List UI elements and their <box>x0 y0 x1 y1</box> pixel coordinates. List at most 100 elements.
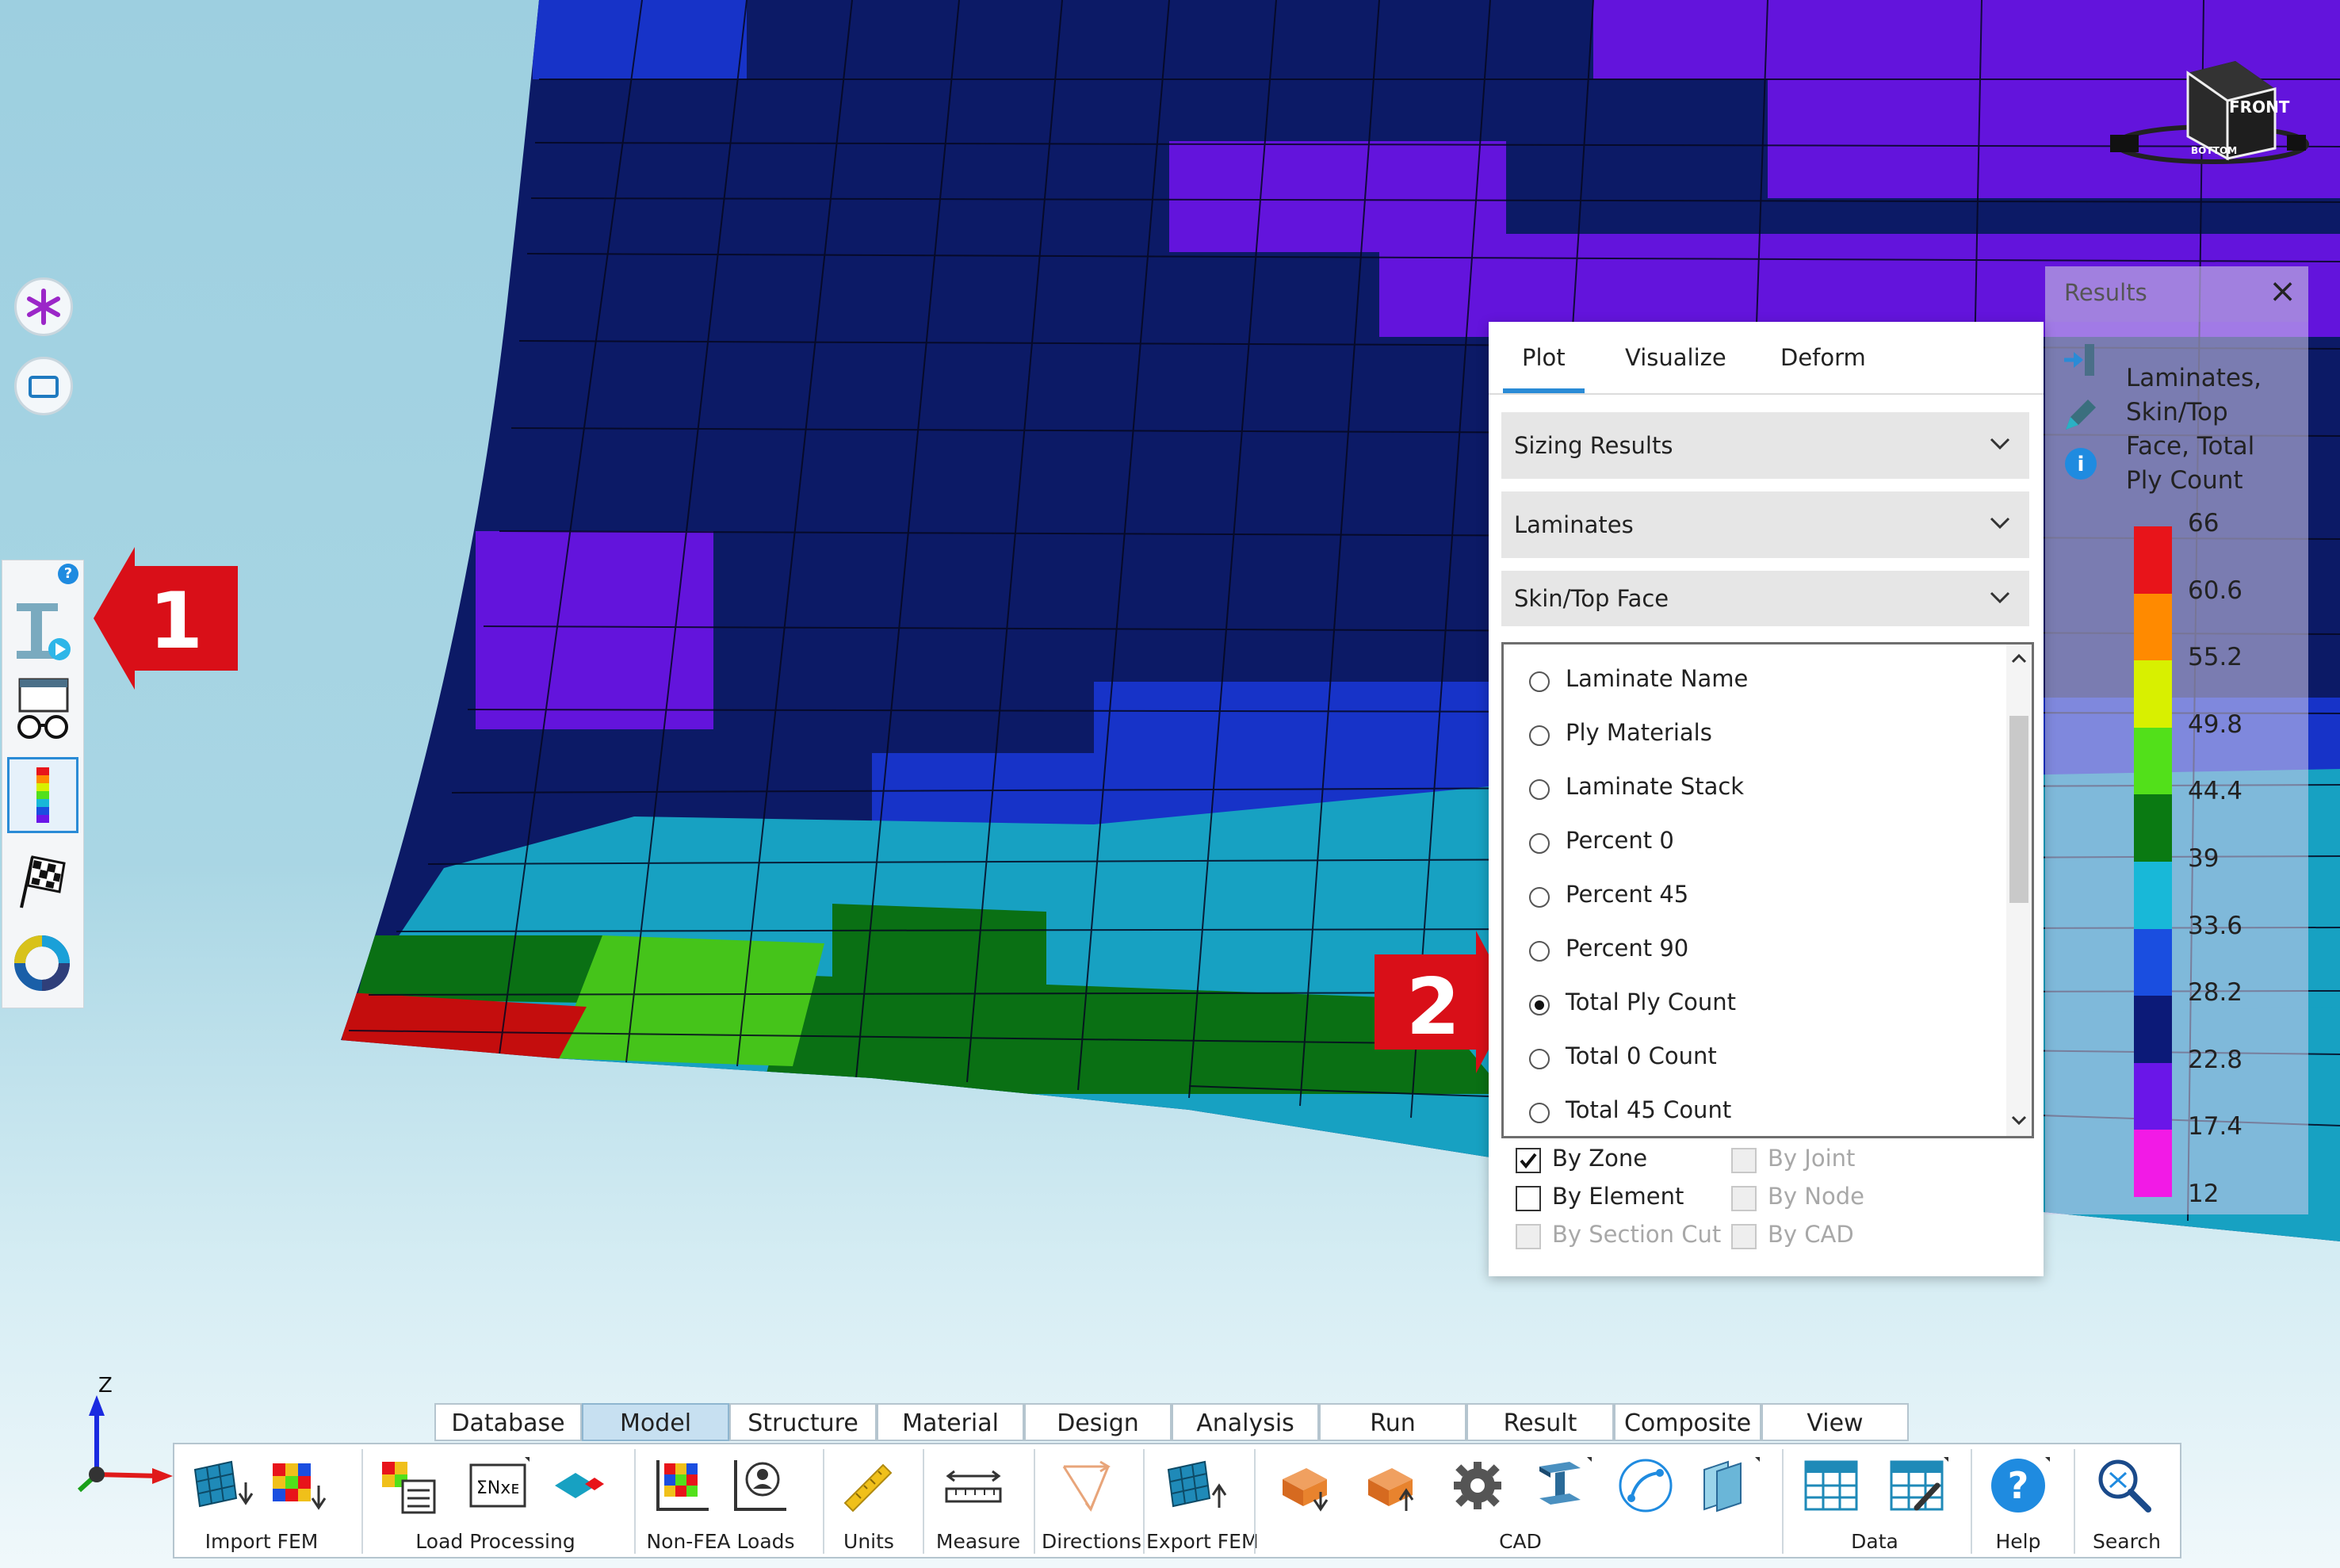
tab-visualize[interactable]: Visualize <box>1625 322 1726 393</box>
window-toggle-button[interactable] <box>14 357 73 415</box>
group-label-measure: Measure <box>935 1530 1021 1553</box>
legend-title-bar[interactable]: Results × <box>2045 266 2308 322</box>
legend-close-icon[interactable]: × <box>2269 271 2296 310</box>
legend-tick-label: 49.8 <box>2188 709 2243 739</box>
svg-text:i: i <box>2078 453 2085 476</box>
scroll-down-icon[interactable] <box>2008 1109 2030 1131</box>
ribbon-tab-analysis[interactable]: Analysis <box>1172 1403 1319 1441</box>
ribbon-tab-structure[interactable]: Structure <box>729 1403 877 1441</box>
legend-tick-label: 17.4 <box>2188 1112 2243 1142</box>
asterisk-icon <box>27 289 60 325</box>
non-fea-loads-grid-icon[interactable] <box>652 1454 715 1517</box>
legend-tick-label: 66 <box>2188 509 2220 537</box>
plot-property-panel: Plot Visualize Deform Sizing Results Lam… <box>1489 322 2044 1276</box>
ribbon-tab-model[interactable]: Model <box>582 1403 729 1441</box>
checkered-flag-button[interactable] <box>7 843 78 919</box>
ribbon-tab-material[interactable]: Material <box>877 1403 1024 1441</box>
properties-button[interactable] <box>7 589 78 665</box>
cad-import-icon[interactable] <box>1275 1454 1338 1517</box>
sizing-results-dropdown[interactable]: Sizing Results <box>1501 412 2029 479</box>
visualize-glasses-icon <box>17 678 69 739</box>
donut-chart-button[interactable] <box>7 924 78 1000</box>
legend-tick-label: 28.2 <box>2188 978 2243 1008</box>
axis-triad: Z <box>77 1374 173 1493</box>
ribbon-tab-run[interactable]: Run <box>1319 1403 1466 1441</box>
legend-title: Results <box>2064 279 2147 306</box>
list-scrollbar[interactable] <box>2006 644 2032 1136</box>
load-zones-list-icon[interactable] <box>379 1454 442 1517</box>
skin-top-face-dropdown[interactable]: Skin/Top Face <box>1501 571 2029 626</box>
legend-color-segment <box>2134 996 2172 1063</box>
export-fem-icon[interactable] <box>1165 1454 1229 1517</box>
callout-arrow-1: 1 <box>94 547 238 690</box>
import-fem-icon[interactable] <box>192 1454 255 1517</box>
rectangle-icon <box>29 376 59 398</box>
callout-1-label: 1 <box>149 576 203 667</box>
import-zones-icon[interactable] <box>268 1454 331 1517</box>
user-loads-icon[interactable] <box>729 1454 793 1517</box>
legend-color-segment <box>2134 1130 2172 1197</box>
load-diamond-icon[interactable] <box>547 1454 610 1517</box>
laminates-dropdown[interactable]: Laminates <box>1501 491 2029 558</box>
visualize-button[interactable] <box>7 671 78 748</box>
legend-color-bar <box>2134 526 2172 1197</box>
sum-nx-icon[interactable]: ΣNxᴇ <box>466 1454 530 1517</box>
legend-tick-labels: 66 60.6 55.2 49.8 44.4 39 33.6 28.2 22.8 17.4 12 <box>2188 504 2283 1218</box>
ribbon-tab-view[interactable]: View <box>1761 1403 1909 1441</box>
info-icon[interactable]: i <box>2064 447 2097 480</box>
data-table-icon[interactable] <box>1799 1454 1863 1517</box>
group-label-cad: CAD <box>1499 1530 1542 1553</box>
data-table-wrench-icon[interactable] <box>1885 1454 1948 1517</box>
group-label-directions: Directions <box>1042 1530 1141 1553</box>
group-label-import-fem: Import FEM <box>205 1530 319 1553</box>
ribbon-tab-design[interactable]: Design <box>1024 1403 1172 1441</box>
dropdown-label: Laminates <box>1514 511 1634 538</box>
curve-icon[interactable] <box>1614 1454 1677 1517</box>
legend-color-segment <box>2134 593 2172 661</box>
asterisk-button[interactable] <box>14 277 73 336</box>
svg-text:ΣNxᴇ: ΣNxᴇ <box>476 1478 519 1498</box>
ribbon-tab-composite[interactable]: Composite <box>1614 1403 1761 1441</box>
donut-chart-icon <box>14 935 70 991</box>
plot-value-list[interactable]: Laminate Name Ply Materials Laminate Sta… <box>1501 642 2034 1138</box>
solid-panels-icon[interactable] <box>1696 1454 1760 1517</box>
pen-edit-icon[interactable] <box>2059 393 2101 434</box>
scroll-up-icon[interactable] <box>2008 648 2030 670</box>
group-label-non-fea-loads: Non-FEA Loads <box>646 1530 795 1553</box>
legend-tick-label: 33.6 <box>2188 911 2243 940</box>
i-beam-icon[interactable] <box>1528 1454 1592 1517</box>
legend-color-segment <box>2134 727 2172 795</box>
group-label-search: Search <box>2093 1530 2161 1553</box>
results-legend-panel: Results × i Laminates, Skin/Top Face, To… <box>2045 266 2308 1214</box>
ribbon-tab-result[interactable]: Result <box>1466 1403 1614 1441</box>
ribbon-tab-database[interactable]: Database <box>434 1403 582 1441</box>
dock-pin-icon[interactable] <box>2061 341 2099 379</box>
search-icon[interactable] <box>2093 1454 2156 1517</box>
legend-tick-label: 22.8 <box>2188 1045 2243 1074</box>
svg-text:?: ? <box>2008 1464 2029 1507</box>
color-scale-button[interactable] <box>7 757 78 833</box>
nav-cube-bottom-label: BOTTOM <box>2191 145 2237 156</box>
legend-tick-label: 60.6 <box>2188 576 2243 605</box>
navigation-cube[interactable]: FRONT BOTTOM <box>2109 57 2315 176</box>
tab-deform[interactable]: Deform <box>1780 322 1866 393</box>
group-label-data: Data <box>1851 1530 1898 1553</box>
checkmark-icon <box>1520 1153 1537 1169</box>
dropdown-label: Sizing Results <box>1514 432 1673 459</box>
color-scale-icon <box>36 767 49 823</box>
cad-export-icon[interactable] <box>1360 1454 1424 1517</box>
chevron-down-icon <box>1990 591 2010 604</box>
callout-2-label: 2 <box>1406 962 1460 1053</box>
help-badge-icon[interactable]: ? <box>58 564 78 584</box>
directions-icon[interactable] <box>1054 1454 1118 1517</box>
legend-color-segment <box>2134 928 2172 996</box>
tab-plot[interactable]: Plot <box>1503 322 1585 393</box>
ruler-icon[interactable] <box>837 1454 900 1517</box>
scrollbar-thumb[interactable] <box>2009 716 2028 903</box>
measure-icon[interactable] <box>942 1454 1005 1517</box>
gear-icon[interactable] <box>1446 1454 1509 1517</box>
chevron-down-icon <box>1990 517 2010 530</box>
triad-z-label: Z <box>98 1374 113 1398</box>
help-icon[interactable]: ? <box>1986 1454 2050 1517</box>
legend-tick-label: 12 <box>2188 1180 2220 1208</box>
